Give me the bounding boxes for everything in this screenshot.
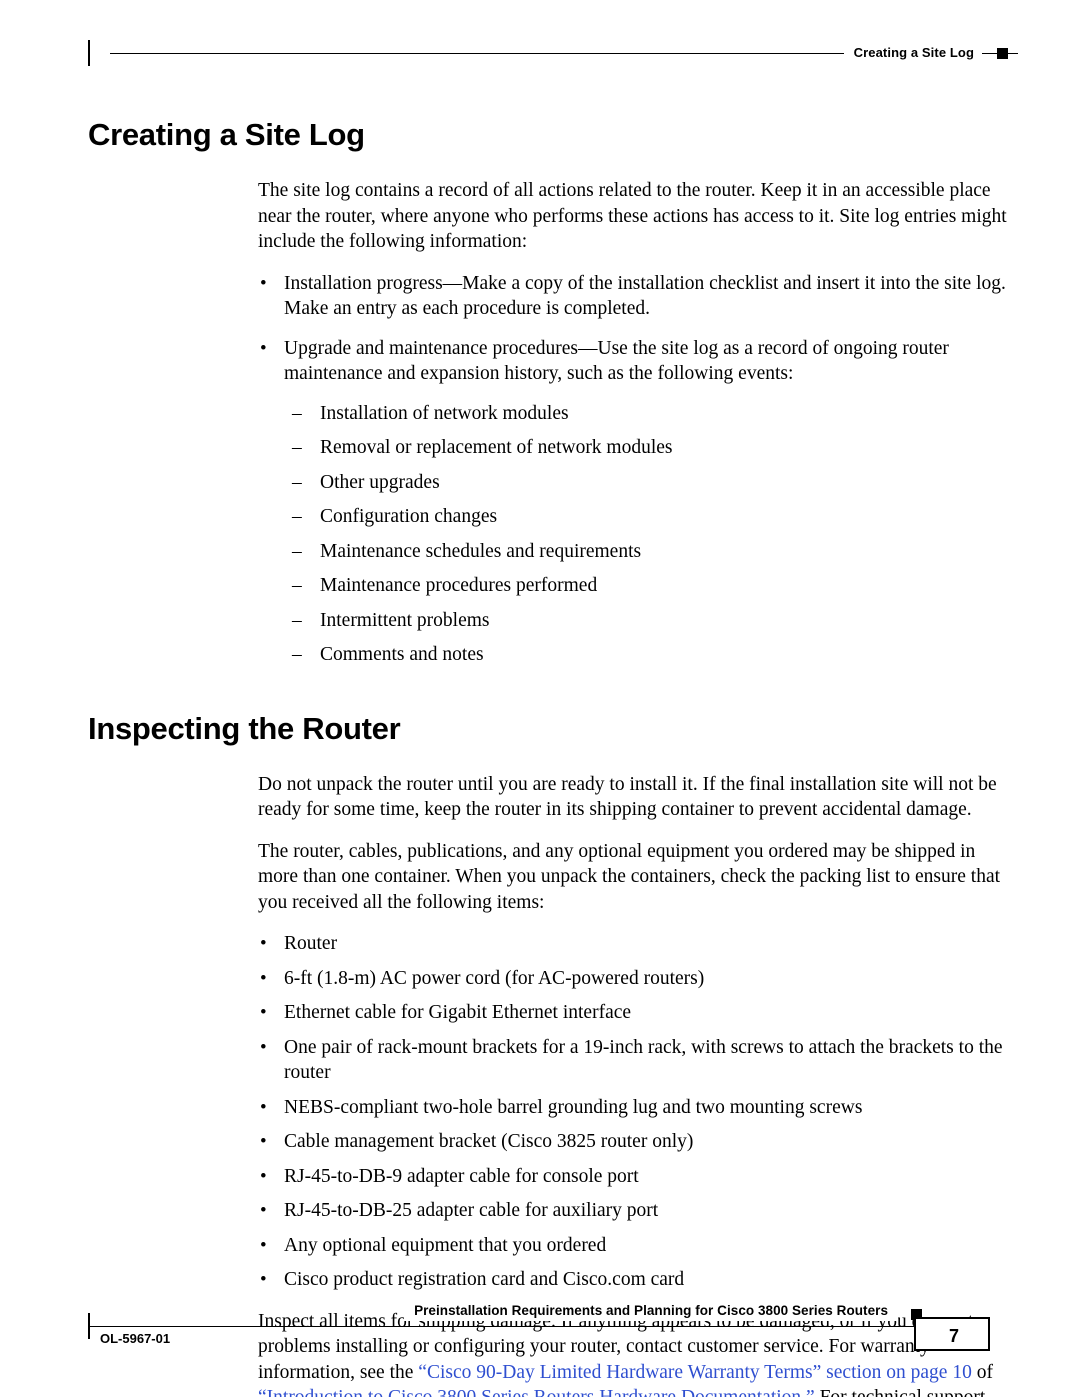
list-item-text: 6-ft (1.8-m) AC power cord (for AC-power… xyxy=(284,967,705,989)
bullet-icon: • xyxy=(260,272,267,294)
introduction-doc-link[interactable]: “Introduction to Cisco 3800 Series Route… xyxy=(258,1387,815,1397)
list-item-text: Any optional equipment that you ordered xyxy=(284,1234,607,1256)
list-item: • Cisco product registration card and Ci… xyxy=(88,1267,1012,1293)
list-item-text: NEBS-compliant two-hole barrel grounding… xyxy=(284,1096,863,1118)
list-item-text: Comments and notes xyxy=(320,644,484,666)
page-title: Creating a Site Log xyxy=(88,117,365,152)
list-item: – Maintenance procedures performed xyxy=(88,573,1012,599)
header-tick-mark xyxy=(88,40,90,66)
section1-bullet-list: • Installation progress—Make a copy of t… xyxy=(88,271,1012,387)
bullet-icon: • xyxy=(260,1131,267,1153)
bullet-icon: • xyxy=(260,1165,267,1187)
list-item: • Ethernet cable for Gigabit Ethernet in… xyxy=(88,1000,1012,1026)
list-item: – Comments and notes xyxy=(88,642,1012,668)
dash-icon: – xyxy=(292,402,302,424)
list-item-text: Router xyxy=(284,933,338,955)
list-item: • Cable management bracket (Cisco 3825 r… xyxy=(88,1129,1012,1155)
list-item-text: Cable management bracket (Cisco 3825 rou… xyxy=(284,1131,694,1153)
list-item-text: Maintenance schedules and requirements xyxy=(320,540,642,562)
bullet-icon: • xyxy=(260,1234,267,1256)
document-page: Creating a Site Log Creating a Site Log … xyxy=(0,0,1080,1397)
section2-paragraph-1: Do not unpack the router until you are r… xyxy=(258,773,997,821)
list-item: • RJ-45-to-DB-9 adapter cable for consol… xyxy=(88,1164,1012,1190)
dash-icon: – xyxy=(292,644,302,666)
list-item-text: Other upgrades xyxy=(320,471,440,493)
black-square-marker-icon xyxy=(997,48,1008,59)
list-item-text: Installation of network modules xyxy=(320,402,569,424)
header-running-title: Creating a Site Log xyxy=(843,40,982,66)
page-number: 7 xyxy=(948,1326,959,1346)
list-item: – Other upgrades xyxy=(88,470,1012,496)
list-item: • Installation progress—Make a copy of t… xyxy=(88,271,1012,322)
bullet-icon: • xyxy=(260,1002,267,1024)
bullet-icon: • xyxy=(260,1036,267,1058)
dash-icon: – xyxy=(292,575,302,597)
section1-sub-list: – Installation of network modules – Remo… xyxy=(88,401,1012,668)
list-item-text: Upgrade and maintenance procedures—Use t… xyxy=(284,337,949,385)
list-item-text: Maintenance procedures performed xyxy=(320,575,598,597)
list-item-text: Intermittent problems xyxy=(320,609,490,631)
list-item-text: Cisco product registration card and Cisc… xyxy=(284,1269,685,1291)
dash-icon: – xyxy=(292,471,302,493)
footer-rule xyxy=(88,1326,980,1327)
closing-text-part-2: of xyxy=(971,1361,993,1383)
list-item: – Maintenance schedules and requirements xyxy=(88,539,1012,565)
section-heading-inspecting-the-router: Inspecting the Router xyxy=(88,710,401,746)
bullet-icon: • xyxy=(260,1200,267,1222)
list-item: • Upgrade and maintenance procedures—Use… xyxy=(88,336,1012,387)
bullet-icon: • xyxy=(260,1096,267,1118)
list-item-text: One pair of rack-mount brackets for a 19… xyxy=(284,1036,1003,1084)
list-item-text: Removal or replacement of network module… xyxy=(320,437,673,459)
page-content: Creating a Site Log The site log contain… xyxy=(88,117,1012,1397)
list-item: • Any optional equipment that you ordere… xyxy=(88,1233,1012,1259)
page-footer: Preinstallation Requirements and Plannin… xyxy=(88,1301,1018,1353)
list-item-text: RJ-45-to-DB-25 adapter cable for auxilia… xyxy=(284,1200,659,1222)
footer-document-id: OL-5967-01 xyxy=(96,1329,179,1349)
dash-icon: – xyxy=(292,609,302,631)
warranty-terms-link[interactable]: “Cisco 90-Day Limited Hardware Warranty … xyxy=(418,1362,972,1383)
list-item-text: Ethernet cable for Gigabit Ethernet inte… xyxy=(284,1002,632,1024)
dash-icon: – xyxy=(292,437,302,459)
list-item: – Installation of network modules xyxy=(88,401,1012,427)
dash-icon: – xyxy=(292,506,302,528)
section2-bullet-list: • Router • 6-ft (1.8-m) AC power cord (f… xyxy=(88,931,1012,1293)
dash-icon: – xyxy=(292,540,302,562)
list-item: – Intermittent problems xyxy=(88,608,1012,634)
list-item-text: Installation progress—Make a copy of the… xyxy=(284,272,1006,320)
list-item-text: Configuration changes xyxy=(320,506,498,528)
list-item: • 6-ft (1.8-m) AC power cord (for AC-pow… xyxy=(88,966,1012,992)
list-item: • RJ-45-to-DB-25 adapter cable for auxil… xyxy=(88,1198,1012,1224)
list-item-text: RJ-45-to-DB-9 adapter cable for console … xyxy=(284,1165,639,1187)
list-item: – Removal or replacement of network modu… xyxy=(88,435,1012,461)
section2-paragraph-2: The router, cables, publications, and an… xyxy=(258,840,1001,913)
list-item: • NEBS-compliant two-hole barrel groundi… xyxy=(88,1095,1012,1121)
section1-intro-paragraph: The site log contains a record of all ac… xyxy=(258,180,1007,253)
list-item: • Router xyxy=(88,931,1012,957)
list-item: • One pair of rack-mount brackets for a … xyxy=(88,1035,1012,1086)
bullet-icon: • xyxy=(260,967,267,989)
bullet-icon: • xyxy=(260,1269,267,1291)
footer-book-title: Preinstallation Requirements and Plannin… xyxy=(404,1301,898,1321)
bullet-icon: • xyxy=(260,933,267,955)
list-item: – Configuration changes xyxy=(88,504,1012,530)
page-header: Creating a Site Log xyxy=(88,40,1018,70)
bullet-icon: • xyxy=(260,337,267,359)
